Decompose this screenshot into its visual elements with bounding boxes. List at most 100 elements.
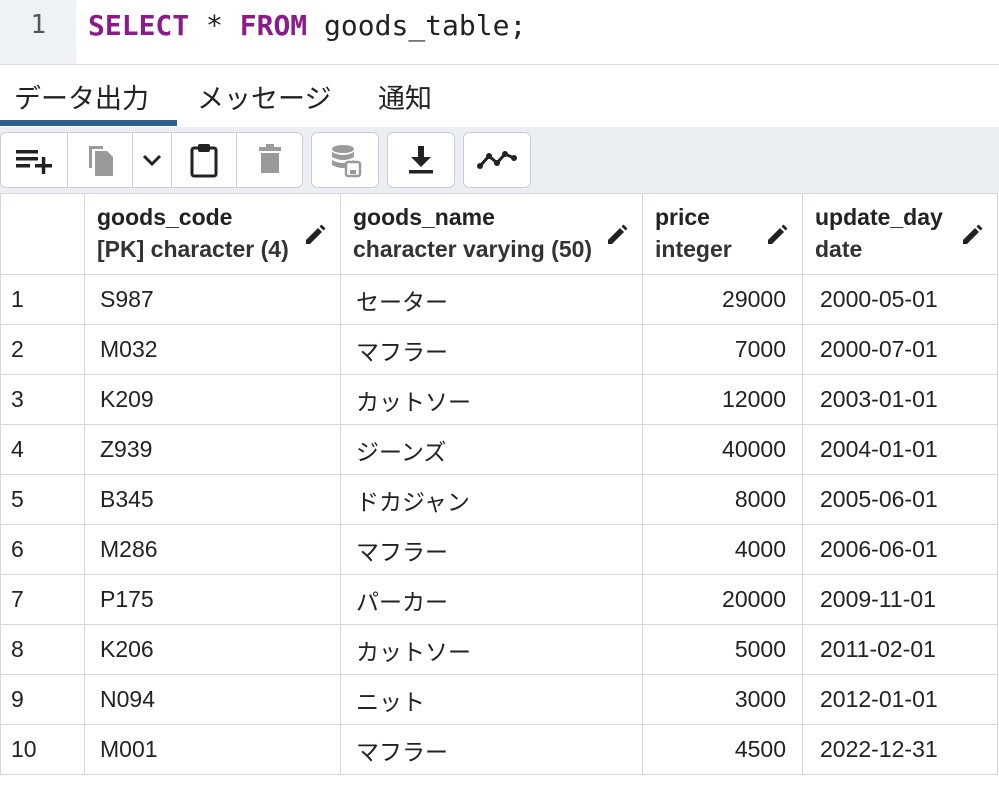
cell-goods-code[interactable]: M032	[84, 324, 341, 375]
download-icon	[409, 146, 433, 174]
row-number[interactable]: 2	[0, 324, 85, 375]
line-number-gutter: 1	[0, 0, 76, 64]
tab-data-output[interactable]: データ出力	[14, 77, 149, 116]
cell-goods-name[interactable]: セーター	[340, 274, 643, 325]
copy-options-button[interactable]	[133, 133, 172, 187]
table-row[interactable]: 6 M286 マフラー 4000 2006-06-01	[0, 524, 998, 575]
copy-button[interactable]	[68, 133, 133, 187]
graph-visualiser-button[interactable]	[464, 133, 530, 187]
cell-goods-code[interactable]: B345	[84, 474, 341, 525]
row-number[interactable]: 6	[0, 524, 85, 575]
cell-update-day[interactable]: 2000-07-01	[802, 324, 998, 375]
cell-update-day[interactable]: 2022-12-31	[802, 724, 998, 775]
cell-goods-code[interactable]: K209	[84, 374, 341, 425]
cell-price[interactable]: 4500	[642, 724, 803, 775]
column-name: goods_name	[353, 204, 495, 230]
cell-goods-name[interactable]: マフラー	[340, 524, 643, 575]
cell-goods-name[interactable]: カットソー	[340, 624, 643, 675]
cell-price[interactable]: 4000	[642, 524, 803, 575]
table-row[interactable]: 4 Z939 ジーンズ 40000 2004-01-01	[0, 424, 998, 475]
column-type: date	[815, 236, 863, 262]
line-number: 1	[30, 10, 46, 40]
cell-price[interactable]: 5000	[642, 624, 803, 675]
cell-goods-code[interactable]: M286	[84, 524, 341, 575]
cell-goods-code[interactable]: S987	[84, 274, 341, 325]
table-row[interactable]: 8 K206 カットソー 5000 2011-02-01	[0, 624, 998, 675]
column-type: integer	[655, 236, 732, 262]
edit-pencil-icon[interactable]	[766, 224, 788, 246]
sql-table-name: goods_table;	[307, 9, 527, 42]
row-number[interactable]: 5	[0, 474, 85, 525]
result-grid: goods_code [PK] character (4) goods_name…	[0, 193, 998, 775]
result-toolbar	[0, 127, 999, 193]
table-row[interactable]: 3 K209 カットソー 12000 2003-01-01	[0, 374, 998, 425]
row-number[interactable]: 1	[0, 274, 85, 325]
cell-price[interactable]: 20000	[642, 574, 803, 625]
cell-price[interactable]: 7000	[642, 324, 803, 375]
cell-update-day[interactable]: 2012-01-01	[802, 674, 998, 725]
cell-price[interactable]: 12000	[642, 374, 803, 425]
tab-messages[interactable]: メッセージ	[197, 77, 331, 116]
cell-update-day[interactable]: 2011-02-01	[802, 624, 998, 675]
cell-goods-code[interactable]: P175	[84, 574, 341, 625]
row-number[interactable]: 3	[0, 374, 85, 425]
cell-goods-name[interactable]: パーカー	[340, 574, 643, 625]
graph-button-group	[463, 132, 531, 188]
cell-update-day[interactable]: 2003-01-01	[802, 374, 998, 425]
add-row-button[interactable]	[1, 133, 68, 187]
cell-goods-name[interactable]: マフラー	[340, 724, 643, 775]
cell-goods-name[interactable]: ドカジャン	[340, 474, 643, 525]
column-name: price	[655, 204, 710, 230]
table-row[interactable]: 7 P175 パーカー 20000 2009-11-01	[0, 574, 998, 625]
cell-goods-name[interactable]: ニット	[340, 674, 643, 725]
query-editor[interactable]: 1 SELECT * FROM goods_table;	[0, 0, 999, 65]
paste-button[interactable]	[172, 133, 237, 187]
column-header-update-day[interactable]: update_day date	[802, 193, 998, 275]
sql-line[interactable]: SELECT * FROM goods_table;	[88, 9, 526, 42]
edit-pencil-icon[interactable]	[606, 224, 628, 246]
cell-update-day[interactable]: 2009-11-01	[802, 574, 998, 625]
add-row-icon	[16, 150, 52, 174]
cell-update-day[interactable]: 2004-01-01	[802, 424, 998, 475]
table-row[interactable]: 1 S987 セーター 29000 2000-05-01	[0, 274, 998, 325]
chevron-down-icon	[142, 154, 162, 167]
cell-price[interactable]: 8000	[642, 474, 803, 525]
table-row[interactable]: 9 N094 ニット 3000 2012-01-01	[0, 674, 998, 725]
cell-goods-name[interactable]: ジーンズ	[340, 424, 643, 475]
edit-pencil-icon[interactable]	[304, 224, 326, 246]
sql-keyword-select: SELECT	[88, 9, 190, 42]
column-name: goods_code	[97, 204, 233, 230]
column-header-price[interactable]: price integer	[642, 193, 803, 275]
delete-button[interactable]	[237, 133, 302, 187]
active-tab-indicator	[0, 120, 177, 126]
cell-goods-name[interactable]: カットソー	[340, 374, 643, 425]
row-number[interactable]: 7	[0, 574, 85, 625]
cell-price[interactable]: 40000	[642, 424, 803, 475]
table-row[interactable]: 5 B345 ドカジャン 8000 2005-06-01	[0, 474, 998, 525]
cell-price[interactable]: 29000	[642, 274, 803, 325]
row-number[interactable]: 9	[0, 674, 85, 725]
cell-price[interactable]: 3000	[642, 674, 803, 725]
download-button[interactable]	[388, 133, 454, 187]
edit-pencil-icon[interactable]	[961, 224, 983, 246]
cell-update-day[interactable]: 2000-05-01	[802, 274, 998, 325]
column-header-goods-name[interactable]: goods_name character varying (50)	[340, 193, 643, 275]
cell-goods-code[interactable]: M001	[84, 724, 341, 775]
column-header-goods-code[interactable]: goods_code [PK] character (4)	[84, 193, 341, 275]
result-tabs: データ出力 メッセージ 通知	[0, 65, 999, 128]
table-row[interactable]: 10 M001 マフラー 4500 2022-12-31	[0, 724, 998, 775]
row-number[interactable]: 8	[0, 624, 85, 675]
tab-notifications[interactable]: 通知	[378, 77, 432, 116]
table-row[interactable]: 2 M032 マフラー 7000 2000-07-01	[0, 324, 998, 375]
paste-icon	[190, 144, 218, 178]
cell-update-day[interactable]: 2005-06-01	[802, 474, 998, 525]
edit-button-group	[0, 132, 303, 188]
save-data-button[interactable]	[312, 133, 378, 187]
cell-update-day[interactable]: 2006-06-01	[802, 524, 998, 575]
cell-goods-code[interactable]: Z939	[84, 424, 341, 475]
row-number[interactable]: 4	[0, 424, 85, 475]
cell-goods-code[interactable]: K206	[84, 624, 341, 675]
cell-goods-code[interactable]: N094	[84, 674, 341, 725]
cell-goods-name[interactable]: マフラー	[340, 324, 643, 375]
row-number[interactable]: 10	[0, 724, 85, 775]
